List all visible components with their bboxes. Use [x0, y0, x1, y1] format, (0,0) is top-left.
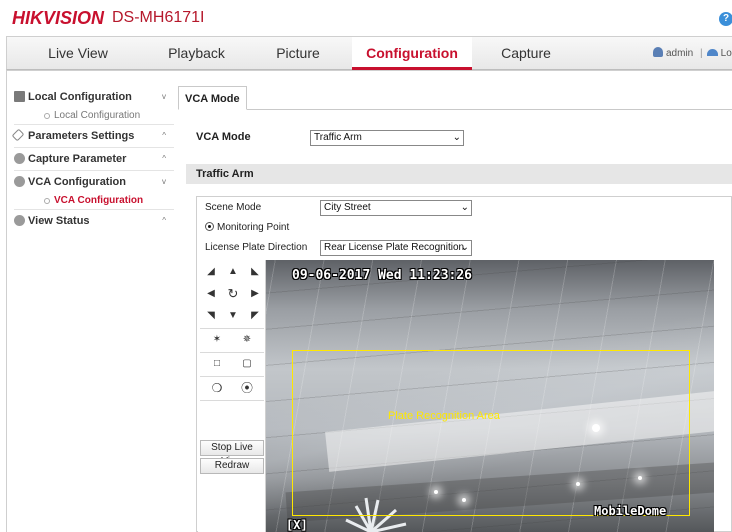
help-icon[interactable]: ?	[719, 12, 732, 26]
chevron-up-icon[interactable]: ^	[162, 148, 166, 170]
stop-live-view-button[interactable]: Stop Live View	[200, 440, 264, 467]
chevron-down-icon: ⌄	[460, 242, 469, 253]
divider	[200, 376, 264, 377]
chevron-down-icon[interactable]: v	[162, 86, 166, 108]
gear-icon	[14, 215, 25, 226]
sidebar: Local Configuration v Local Configuratio…	[11, 86, 174, 232]
logout-icon[interactable]	[706, 49, 718, 56]
sidebar-item-label: VCA Configuration	[28, 176, 126, 188]
vca-mode-value: Traffic Arm	[314, 132, 362, 143]
live-video[interactable]: 09-06-2017 Wed 11:23:26 Plate Recognitio…	[266, 260, 714, 532]
tab-configuration[interactable]: Configuration	[352, 37, 472, 70]
vca-mode-label: VCA Mode	[196, 131, 251, 143]
logout-link[interactable]: Logout	[721, 48, 732, 59]
license-plate-direction-label: License Plate Direction	[205, 242, 308, 253]
ptz-down-left-icon[interactable]: ◥	[200, 306, 222, 326]
main-nav: Live View Playback Picture Configuration…	[6, 36, 732, 70]
zoom-in-icon[interactable]: ✶	[206, 330, 228, 350]
chevron-up-icon[interactable]: ^	[162, 125, 166, 147]
ptz-right-icon[interactable]: ▶	[244, 284, 266, 304]
sidebar-item-label: Parameters Settings	[28, 130, 135, 142]
brand-logo: HIKVISION	[12, 8, 105, 28]
focus-far-icon[interactable]: ▢	[236, 354, 258, 374]
scene-mode-label: Scene Mode	[205, 202, 262, 213]
iris-open-icon[interactable]: ❍	[206, 378, 228, 398]
sidebar-item-label: Capture Parameter	[28, 153, 127, 165]
chevron-down-icon[interactable]: v	[162, 171, 166, 193]
sidebar-item-vca-configuration[interactable]: VCA Configuration v	[14, 171, 174, 193]
gear-icon	[14, 153, 25, 164]
device-model: DS-MH6171I	[112, 9, 205, 26]
divider	[200, 352, 264, 353]
tab-capture[interactable]: Capture	[472, 37, 580, 70]
scene-mode-value: City Street	[324, 202, 371, 213]
sidebar-item-label: Local Configuration	[28, 91, 132, 103]
sidebar-sub-label: Local Configuration	[54, 110, 141, 121]
username[interactable]: admin	[666, 48, 693, 59]
sidebar-item-view-status[interactable]: View Status ^	[14, 210, 174, 232]
sidebar-item-label: View Status	[28, 215, 90, 227]
osd-channel-name: MobileDome	[594, 504, 667, 518]
section-header: Traffic Arm	[186, 164, 732, 184]
ptz-control-panel: ◢ ▲ ◣ ◀ ↻ ▶ ◥ ▼ ◤ ✶ ✵ □ ▢ ❍ ⦿ Stop Live …	[198, 260, 266, 532]
divider	[200, 328, 264, 329]
monitor-icon	[14, 91, 25, 102]
bullet-icon	[44, 113, 50, 119]
sidebar-sub-label: VCA Configuration	[54, 195, 144, 206]
sidebar-sub-vca-configuration[interactable]: VCA Configuration	[14, 193, 174, 209]
license-plate-direction-value: Rear License Plate Recognition	[324, 242, 465, 253]
ptz-up-icon[interactable]: ▲	[222, 262, 244, 282]
chevron-down-icon: ⌄	[460, 202, 469, 213]
plate-recognition-area[interactable]	[292, 350, 690, 516]
monitoring-point-label: Monitoring Point	[217, 222, 290, 233]
ptz-up-right-icon[interactable]: ◣	[244, 262, 266, 282]
bullet-icon	[44, 198, 50, 204]
user-icon	[653, 47, 663, 57]
sidebar-item-capture-parameter[interactable]: Capture Parameter ^	[14, 148, 174, 170]
ptz-auto-icon[interactable]: ↻	[222, 284, 244, 304]
divider	[200, 400, 264, 401]
tab-playback[interactable]: Playback	[149, 37, 244, 70]
osd-corner-mark: [X]	[286, 518, 308, 532]
wrench-icon	[11, 128, 25, 142]
osd-timestamp: 09-06-2017 Wed 11:23:26	[292, 268, 473, 283]
tab-vca-mode[interactable]: VCA Mode	[178, 86, 247, 110]
redraw-button[interactable]: Redraw	[200, 458, 264, 474]
plate-recognition-area-label: Plate Recognition Area	[388, 410, 500, 422]
user-area: admin | Logout	[653, 47, 732, 59]
zoom-out-icon[interactable]: ✵	[236, 330, 258, 350]
sidebar-item-parameters-settings[interactable]: Parameters Settings ^	[11, 125, 174, 147]
ptz-left-icon[interactable]: ◀	[200, 284, 222, 304]
chevron-down-icon: ⌄	[452, 132, 461, 143]
iris-close-icon[interactable]: ⦿	[236, 378, 258, 398]
gear-icon	[14, 176, 25, 187]
monitoring-point-option[interactable]: Monitoring Point	[205, 222, 289, 233]
radio-selected-icon[interactable]	[205, 222, 214, 231]
ptz-up-left-icon[interactable]: ◢	[200, 262, 222, 282]
top-bar: HIKVISION DS-MH6171I ?	[0, 0, 732, 36]
tab-live-view[interactable]: Live View	[7, 37, 149, 70]
ptz-down-right-icon[interactable]: ◤	[244, 306, 266, 326]
license-plate-direction-select[interactable]: Rear License Plate Recognition ⌄	[320, 240, 472, 256]
focus-near-icon[interactable]: □	[206, 354, 228, 374]
vca-mode-select[interactable]: Traffic Arm ⌄	[310, 130, 464, 146]
ptz-down-icon[interactable]: ▼	[222, 306, 244, 326]
sidebar-sub-local-configuration[interactable]: Local Configuration	[14, 108, 174, 124]
chevron-up-icon[interactable]: ^	[162, 210, 166, 232]
divider	[178, 109, 732, 110]
scene-mode-select[interactable]: City Street ⌄	[320, 200, 472, 216]
sidebar-item-local-configuration[interactable]: Local Configuration v	[14, 86, 174, 108]
user-separator: |	[700, 48, 703, 59]
tab-picture[interactable]: Picture	[244, 37, 352, 70]
